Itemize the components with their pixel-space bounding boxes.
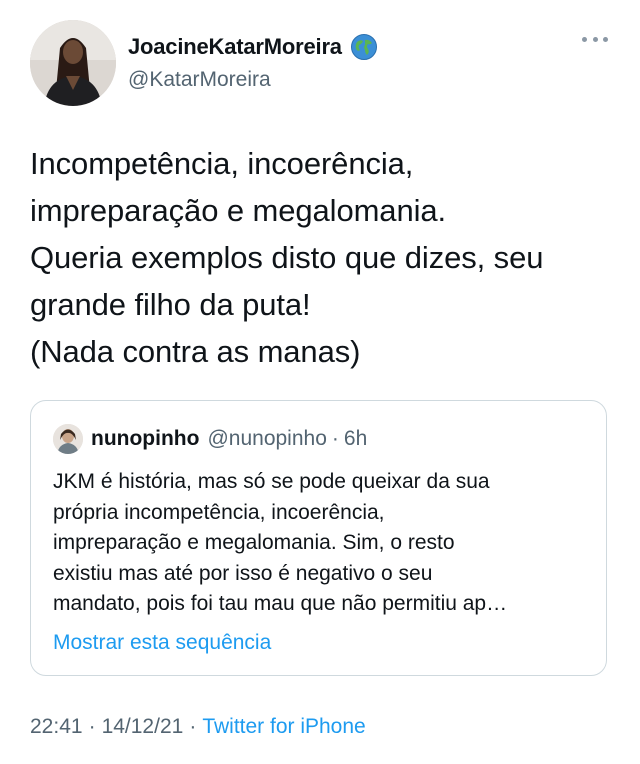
quoted-author-handle: @nunopinho (207, 427, 327, 450)
separator-dot: · (331, 427, 339, 450)
tweet-card: JoacineKatarMoreira @KatarMoreira Incomp… (0, 0, 640, 764)
tweet-text-line: impreparação e megalomania. (30, 193, 447, 228)
tweet-source-link[interactable]: Twitter for iPhone (202, 715, 365, 739)
author-avatar[interactable] (30, 20, 116, 106)
quoted-text-line: própria incompetência, incoerência, (53, 500, 385, 524)
quoted-tweet-header: nunopinho @nunopinho · 6h (53, 423, 367, 455)
quoted-tweet-text: JKM é história, mas só se pode queixar d… (53, 467, 593, 620)
quoted-author-avatar (53, 424, 83, 454)
quoted-text-line: mandato, pois foi tau mau que não permit… (53, 592, 508, 615)
author-display-name[interactable]: JoacineKatarMoreira (128, 34, 342, 60)
more-dot (582, 36, 587, 42)
tweet-text-line: (Nada contra as manas) (30, 334, 361, 369)
quoted-author-avatar-image (53, 424, 83, 454)
tweet-text-line: Queria exemplos disto que dizes, seu (30, 240, 544, 275)
author-handle[interactable]: @KatarMoreira (128, 68, 378, 92)
globe-icon (350, 33, 378, 61)
separator-dot: · (189, 715, 197, 738)
quoted-tweet-time: 6h (343, 427, 368, 450)
quoted-text-line: JKM é história, mas só se pode queixar d… (53, 470, 490, 493)
tweet-text-line: Incompetência, incoerência, (30, 146, 414, 181)
author-info: JoacineKatarMoreira @KatarMoreira (128, 32, 378, 92)
quoted-text-line: existiu mas até por isso é negativo o se… (53, 561, 433, 585)
tweet-time[interactable]: 22:41 (30, 715, 83, 739)
author-avatar-image (30, 20, 116, 106)
display-name-row: JoacineKatarMoreira (128, 32, 378, 62)
tweet-text: Incompetência, incoerência, impreparação… (30, 140, 610, 375)
tweet-header: JoacineKatarMoreira @KatarMoreira (30, 20, 610, 106)
more-dot (603, 36, 608, 42)
show-thread-link[interactable]: Mostrar esta sequência (53, 631, 271, 655)
quoted-text-line: impreparação e megalomania. Sim, o resto (53, 531, 455, 554)
separator-dot: · (88, 715, 96, 738)
tweet-date[interactable]: 14/12/21 (102, 715, 184, 739)
tweet-text-line: grande filho da puta! (30, 287, 311, 322)
quoted-author-name: nunopinho (91, 427, 200, 450)
more-options-icon[interactable] (582, 34, 608, 44)
tweet-meta: 22:41 · 14/12/21 · Twitter for iPhone (30, 715, 366, 739)
quoted-tweet[interactable]: nunopinho @nunopinho · 6h JKM é história… (30, 400, 607, 676)
more-dot (592, 36, 598, 42)
